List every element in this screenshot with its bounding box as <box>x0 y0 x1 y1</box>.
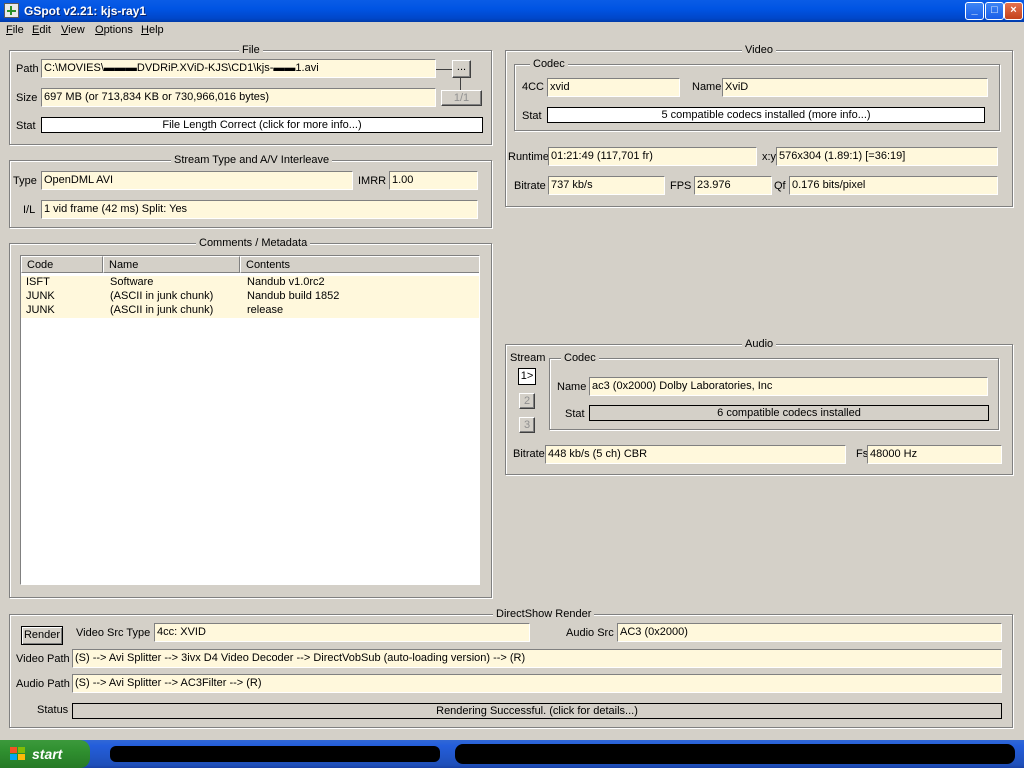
row-name: Software <box>110 276 154 288</box>
video-codec-title: Codec <box>530 58 568 70</box>
audio-stat-field[interactable]: 6 compatible codecs installed <box>589 405 989 421</box>
size-field: 697 MB (or 713,834 KB or 730,966,016 byt… <box>41 88 436 107</box>
col-code[interactable]: Code <box>21 256 103 273</box>
close-button[interactable]: × <box>1004 2 1023 20</box>
render-status-label: Status <box>37 704 69 716</box>
xy-field: 576x304 (1.89:1) [=36:19] <box>776 147 998 166</box>
render-button[interactable]: Render <box>21 626 63 645</box>
video-group-title: Video <box>742 44 776 56</box>
browse-button[interactable]: ... <box>452 60 471 78</box>
list-item[interactable]: ISFT Software Nandub v1.0rc2 <box>21 276 479 290</box>
redacted-taskbar-items <box>110 746 440 762</box>
fps-label: FPS <box>670 180 692 192</box>
il-label: I/L <box>23 204 36 216</box>
maximize-button[interactable]: □ <box>985 2 1004 20</box>
qf-label: Qf <box>774 180 786 192</box>
fs-field: 48000 Hz <box>867 445 1002 464</box>
video-stat-label: Stat <box>522 110 542 122</box>
menu-view[interactable]: View <box>61 24 85 36</box>
path-field[interactable]: C:\MOVIES\▬▬▬DVDRiP.XViD-KJS\CD1\kjs-▬▬1… <box>41 59 436 78</box>
row-contents: Nandub build 1852 <box>247 290 340 302</box>
list-header: Code Name Contents <box>21 256 479 273</box>
size-label: Size <box>16 92 38 104</box>
stream-label: Stream <box>510 352 546 364</box>
row-contents: Nandub v1.0rc2 <box>247 276 325 288</box>
menu-edit[interactable]: Edit <box>32 24 51 36</box>
qf-field: 0.176 bits/pixel <box>789 176 998 195</box>
video-src-type-label: Video Src Type <box>76 627 151 639</box>
list-item[interactable]: JUNK (ASCII in junk chunk) Nandub build … <box>21 290 479 304</box>
fourcc-label: 4CC <box>522 81 545 93</box>
list-item[interactable]: JUNK (ASCII in junk chunk) release <box>21 304 479 318</box>
col-name[interactable]: Name <box>103 256 240 273</box>
title-bar[interactable]: GSpot v2.21: kjs-ray1 _ □ × <box>0 0 1024 22</box>
app-icon[interactable] <box>4 3 19 18</box>
video-path-label: Video Path <box>16 653 70 665</box>
part-button[interactable]: 1/1 <box>441 90 482 106</box>
runtime-field: 01:21:49 (117,701 fr) <box>548 147 757 166</box>
audio-stream-3-button[interactable]: 3 <box>519 417 535 433</box>
stream-group-title: Stream Type and A/V Interleave <box>171 154 333 166</box>
audio-path-label: Audio Path <box>16 678 70 690</box>
file-stat-field[interactable]: File Length Correct (click for more info… <box>41 117 483 133</box>
imrr-label: IMRR <box>358 175 387 187</box>
audio-path-field: (S) --> Avi Splitter --> AC3Filter --> (… <box>72 674 1002 693</box>
type-field: OpenDML AVI <box>41 171 353 190</box>
row-code: JUNK <box>26 304 55 316</box>
xy-label: x:y <box>762 151 777 163</box>
comments-list[interactable]: Code Name Contents ISFT Software Nandub … <box>20 255 480 585</box>
fps-field: 23.976 <box>694 176 772 195</box>
video-name-label: Name <box>692 81 722 93</box>
video-name-field: XviD <box>722 78 988 97</box>
imrr-field: 1.00 <box>389 171 478 190</box>
audio-bitrate-label: Bitrate <box>513 448 545 460</box>
audio-name-label: Name <box>557 381 587 393</box>
row-name: (ASCII in junk chunk) <box>110 290 214 302</box>
row-contents: release <box>247 304 284 316</box>
il-field: 1 vid frame (42 ms) Split: Yes <box>41 200 478 219</box>
menu-bar: File Edit View Options Help <box>0 22 1024 39</box>
audio-bitrate-field: 448 kb/s (5 ch) CBR <box>545 445 846 464</box>
video-stat-field[interactable]: 5 compatible codecs installed (more info… <box>547 107 985 123</box>
video-path-field: (S) --> Avi Splitter --> 3ivx D4 Video D… <box>72 649 1002 668</box>
col-contents[interactable]: Contents <box>240 256 479 273</box>
menu-file[interactable]: File <box>6 24 24 36</box>
audio-name-field: ac3 (0x2000) Dolby Laboratories, Inc <box>589 377 988 396</box>
windows-logo-icon <box>10 747 26 761</box>
video-bitrate-label: Bitrate <box>514 180 546 192</box>
start-label: start <box>32 746 63 762</box>
row-name: (ASCII in junk chunk) <box>110 304 214 316</box>
audio-src-label: Audio Src <box>566 627 614 639</box>
render-status-field[interactable]: Rendering Successful. (click for details… <box>72 703 1002 719</box>
video-bitrate-field: 737 kb/s <box>548 176 665 195</box>
row-code: ISFT <box>26 276 50 288</box>
minimize-button[interactable]: _ <box>965 2 984 20</box>
path-label: Path <box>16 63 39 75</box>
audio-codec-title: Codec <box>561 352 599 364</box>
start-button[interactable]: start <box>0 740 90 768</box>
video-src-type-field: 4cc: XVID <box>154 623 530 642</box>
directshow-group-title: DirectShow Render <box>493 608 595 620</box>
file-group-title: File <box>239 44 263 56</box>
menu-help[interactable]: Help <box>141 24 164 36</box>
browse-connector <box>436 69 452 70</box>
window-title: GSpot v2.21: kjs-ray1 <box>24 4 147 18</box>
menu-options[interactable]: Options <box>95 24 133 36</box>
audio-stream-1-button[interactable]: 1> <box>518 368 536 385</box>
taskbar: start <box>0 740 1024 768</box>
type-label: Type <box>13 175 37 187</box>
runtime-label: Runtime <box>508 151 549 163</box>
audio-stat-label: Stat <box>565 408 585 420</box>
audio-group-title: Audio <box>742 338 777 350</box>
file-stat-label: Stat <box>16 120 36 132</box>
audio-src-field: AC3 (0x2000) <box>617 623 1002 642</box>
comments-group-title: Comments / Metadata <box>196 237 311 249</box>
fourcc-field: xvid <box>547 78 680 97</box>
redacted-taskbar-items <box>455 744 1015 764</box>
audio-stream-2-button[interactable]: 2 <box>519 393 535 409</box>
part-connector <box>460 78 461 90</box>
row-code: JUNK <box>26 290 55 302</box>
